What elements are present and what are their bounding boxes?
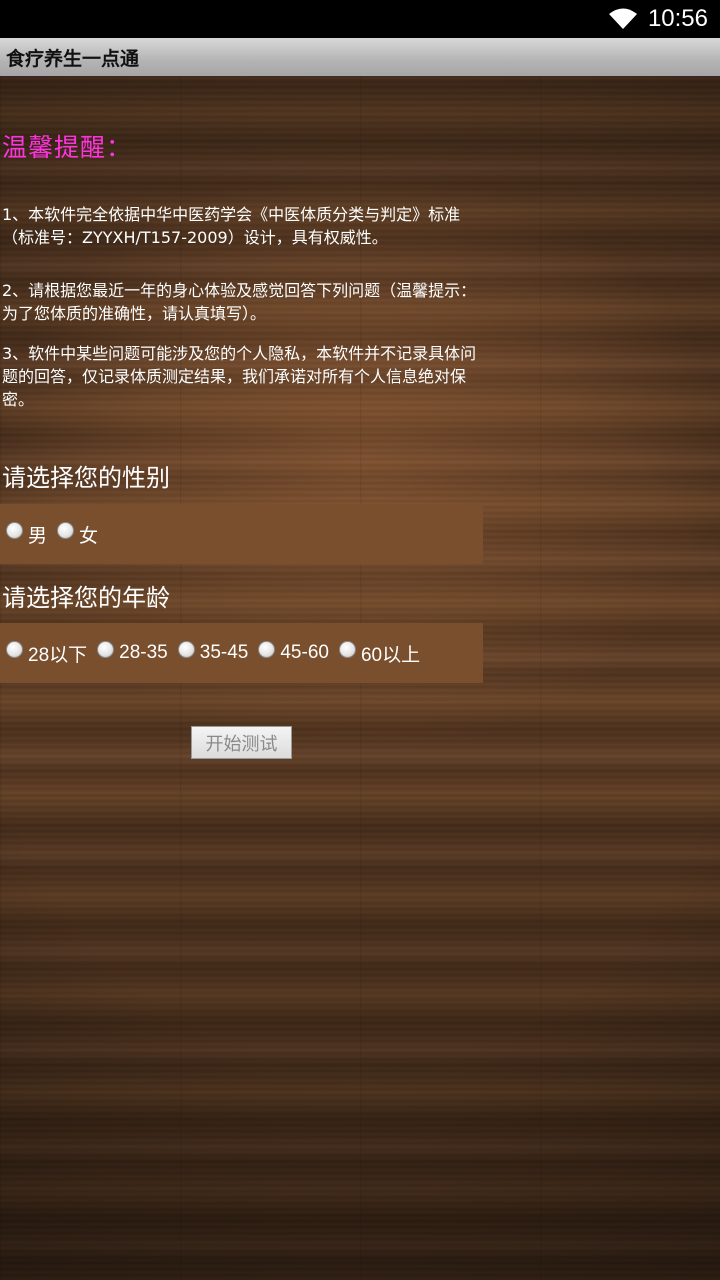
notice-item-3: 3、软件中某些问题可能涉及您的个人隐私，本软件并不记录具体问题的回答，仅记录体质… (2, 344, 477, 409)
app-title: 食疗养生一点通 (6, 47, 140, 70)
radio-button[interactable] (6, 640, 23, 658)
wifi-icon (608, 8, 637, 29)
radio-button[interactable] (177, 640, 195, 658)
radio-label: 60以上 (360, 644, 421, 666)
gender-option-female[interactable]: 女 (57, 521, 98, 548)
app-title-bar: 食疗养生一点通 (0, 38, 720, 76)
age-option-45-60[interactable]: 45-60 (258, 640, 329, 664)
radio-button[interactable] (57, 521, 75, 539)
notice-item-2: 2、请根据您最近一年的身心体验及感觉回答下列问题（温馨提示：为了您体质的准确性，… (2, 281, 477, 323)
status-bar: 10:56 (0, 0, 720, 38)
radio-label: 45-60 (280, 642, 329, 663)
age-radio-group: 28以下 28-35 35-45 45-60 60以上 (0, 623, 483, 683)
age-option-under-28[interactable]: 28以下 (6, 640, 87, 667)
age-section-title: 请选择您的年龄 (2, 584, 170, 612)
status-time: 10:56 (647, 5, 708, 32)
age-option-over-60[interactable]: 60以上 (338, 640, 421, 667)
reminder-title: 温馨提醒： (2, 133, 133, 162)
gender-radio-group: 男 女 (0, 504, 483, 564)
radio-label: 男 (28, 525, 48, 547)
radio-button[interactable] (338, 640, 356, 658)
age-option-35-45[interactable]: 35-45 (177, 640, 249, 664)
gender-option-male[interactable]: 男 (6, 521, 47, 548)
radio-label: 28-35 (119, 642, 168, 663)
radio-label: 女 (79, 525, 99, 547)
notice-item-1: 1、本软件完全依据中华中医药学会《中医体质分类与判定》标准（标准号：ZYYXH/… (2, 205, 461, 247)
age-option-28-35[interactable]: 28-35 (97, 640, 168, 664)
start-test-button[interactable]: 开始测试 (191, 726, 292, 759)
gender-section-title: 请选择您的性别 (2, 464, 170, 492)
radio-label: 35-45 (199, 642, 249, 663)
radio-button[interactable] (258, 640, 276, 658)
radio-button[interactable] (6, 521, 23, 539)
radio-button[interactable] (97, 640, 115, 658)
radio-label: 28以下 (28, 644, 88, 666)
